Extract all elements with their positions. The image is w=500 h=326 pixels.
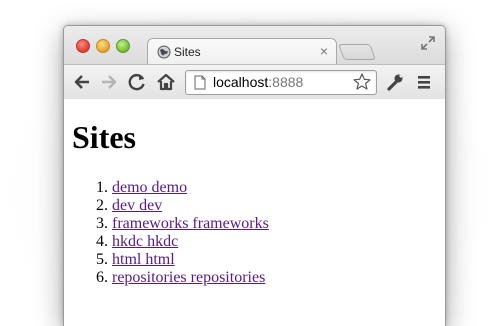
url-port: :8888 bbox=[268, 74, 304, 90]
hamburger-menu-icon bbox=[418, 76, 430, 89]
page-title: Sites bbox=[72, 119, 136, 155]
toolbar: localhost:8888 bbox=[64, 64, 445, 100]
zoom-window-button[interactable] bbox=[116, 39, 130, 53]
site-link-demo[interactable]: demo demo bbox=[112, 179, 187, 196]
back-arrow-icon bbox=[74, 75, 89, 89]
tab-close-button[interactable]: × bbox=[320, 43, 328, 59]
star-icon[interactable] bbox=[352, 72, 372, 92]
forward-arrow-icon bbox=[102, 75, 117, 89]
site-link-html[interactable]: html html bbox=[112, 251, 175, 268]
browser-window: Sites × localhost:8888 Sites 1. demo dem… bbox=[63, 25, 446, 326]
list-item: dev dev bbox=[112, 197, 269, 215]
list-item: repositories repositories bbox=[112, 269, 269, 287]
list-item: frameworks frameworks bbox=[112, 215, 269, 233]
globe-icon bbox=[157, 45, 171, 59]
page-content: Sites demo demo dev dev frameworks frame… bbox=[64, 99, 445, 326]
site-link-repositories[interactable]: repositories repositories bbox=[112, 269, 265, 286]
url-host: localhost bbox=[213, 74, 269, 90]
reload-button[interactable] bbox=[126, 71, 148, 93]
fullscreen-icon[interactable] bbox=[421, 36, 435, 50]
home-button[interactable] bbox=[155, 71, 177, 93]
forward-button[interactable] bbox=[98, 71, 120, 93]
list-item: hkdc hkdc bbox=[112, 233, 269, 251]
title-bar: Sites × bbox=[64, 26, 445, 66]
list-item: demo demo bbox=[112, 179, 269, 197]
list-item: html html bbox=[112, 251, 269, 269]
home-icon bbox=[157, 73, 175, 91]
wrench-icon bbox=[387, 73, 404, 91]
wrench-button[interactable] bbox=[384, 71, 406, 93]
back-button[interactable] bbox=[71, 71, 93, 93]
site-link-frameworks[interactable]: frameworks frameworks bbox=[112, 215, 269, 232]
menu-button[interactable] bbox=[413, 71, 435, 93]
page-icon bbox=[194, 75, 206, 90]
tab-sites[interactable]: Sites × bbox=[147, 38, 337, 66]
address-bar[interactable]: localhost:8888 bbox=[185, 70, 377, 95]
site-link-dev[interactable]: dev dev bbox=[112, 197, 162, 214]
reload-icon bbox=[128, 74, 145, 91]
new-tab-button[interactable] bbox=[338, 44, 376, 60]
tab-title: Sites bbox=[174, 45, 201, 59]
site-link-hkdc[interactable]: hkdc hkdc bbox=[112, 233, 178, 250]
sites-list: demo demo dev dev frameworks frameworks … bbox=[72, 179, 269, 287]
url-text: localhost:8888 bbox=[213, 74, 303, 90]
close-window-button[interactable] bbox=[76, 39, 90, 53]
minimize-window-button[interactable] bbox=[96, 39, 110, 53]
